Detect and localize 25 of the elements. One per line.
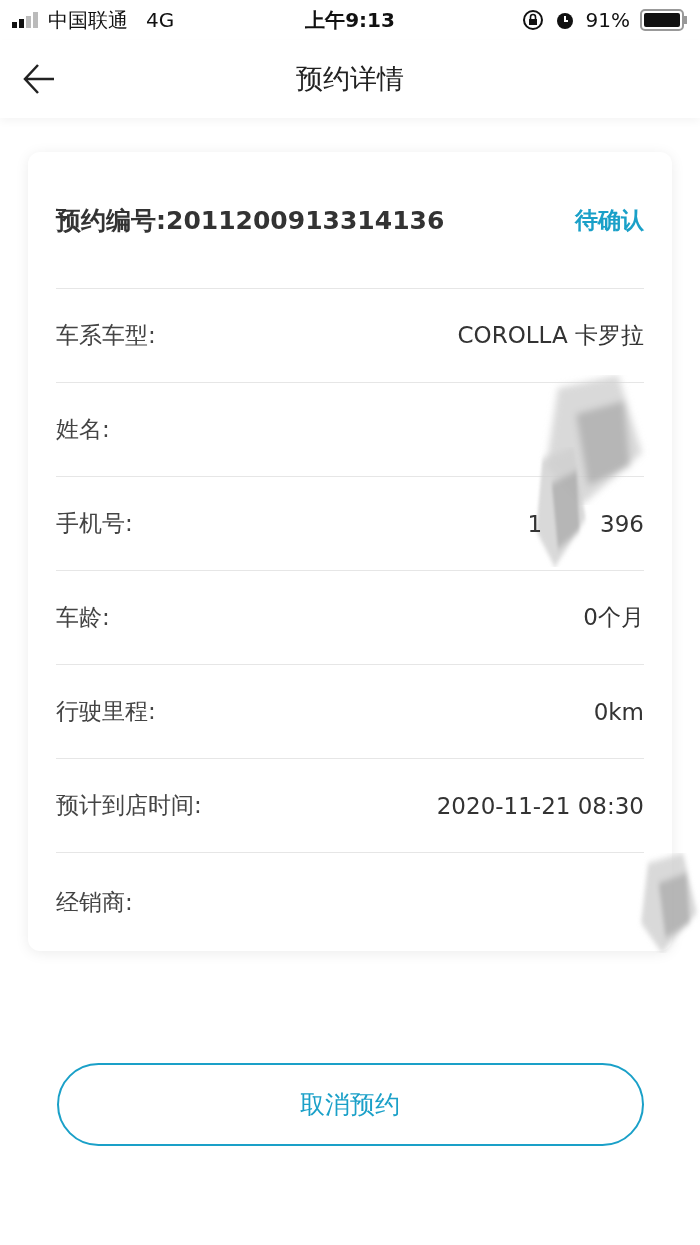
field-label: 手机号: (56, 509, 133, 538)
cancel-booking-button[interactable]: 取消预约 (56, 1063, 644, 1146)
field-label: 经销商: (56, 887, 133, 917)
network-type: 4G (146, 8, 175, 32)
booking-status: 待确认 (575, 205, 644, 235)
field-value: 0个月 (583, 603, 644, 632)
signal-icon (12, 12, 40, 28)
rotation-lock-icon (521, 9, 544, 31)
back-button[interactable] (22, 62, 56, 96)
field-label: 车龄: (56, 603, 110, 632)
booking-number: 预约编号:2011200913314136 (56, 204, 445, 237)
battery-percent: 91% (585, 8, 630, 32)
field-label: 姓名: (56, 415, 110, 444)
field-label: 行驶里程: (56, 697, 156, 726)
carrier: 中国联通 (48, 6, 128, 34)
field-value: 0km (593, 698, 644, 725)
field-value: 2020-11-21 08:30 (436, 792, 644, 819)
page-title: 预约详情 (296, 62, 404, 96)
field-label: 预计到店时间: (56, 791, 202, 820)
clock: 上午9:13 (305, 7, 395, 32)
field-label: 车系车型: (56, 321, 156, 350)
field-value: COROLLA 卡罗拉 (457, 321, 644, 350)
field-value: 396 (600, 510, 644, 537)
battery-icon (640, 9, 688, 31)
field-value: 1 (527, 510, 543, 537)
